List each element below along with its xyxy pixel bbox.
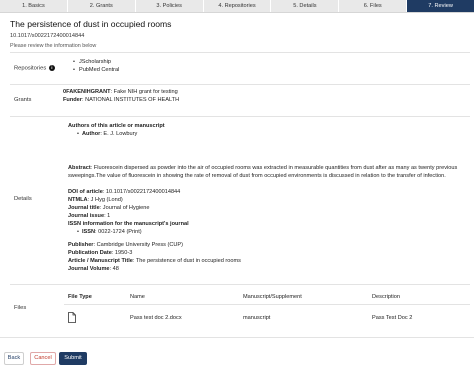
grant-id: 0FAKENIHGRANT (63, 89, 111, 95)
step-review[interactable]: 7. Review (407, 0, 474, 12)
submit-button[interactable]: Submit (59, 352, 87, 365)
file-name: Pass test doc 2.docx (130, 315, 182, 321)
files-header-type: File Type (68, 294, 92, 300)
grant-description: : Fake NIH grant for testing (110, 89, 178, 95)
doi-line: DOI of article: 10.1017/s002217240001484… (68, 189, 181, 195)
step-files[interactable]: 6. Files (339, 0, 408, 12)
step-repositories[interactable]: 4. Repositories (204, 0, 272, 12)
grants-label: Grants (14, 97, 32, 103)
file-manuscript-type: manuscript (243, 315, 271, 321)
funder-label: Funder (63, 97, 82, 103)
publication-date-line: Publication Date: 1950-3 (68, 250, 133, 256)
step-details[interactable]: 5. Details (271, 0, 340, 12)
back-button[interactable]: Back (4, 352, 24, 365)
divider (10, 52, 470, 53)
divider (10, 116, 470, 117)
details-label: Details (14, 196, 32, 202)
page-title: The persistence of dust in occupied room… (10, 19, 172, 29)
repository-list: JScholarship PubMed Central (73, 58, 119, 74)
step-policies[interactable]: 3. Policies (136, 0, 204, 12)
abstract-label: Abstract (68, 165, 91, 171)
document-icon[interactable] (68, 312, 76, 323)
files-header-description: Description (372, 294, 400, 300)
abstract-text: Abstract: Fluorescein dispersed as powde… (68, 164, 466, 180)
files-header-manuscript: Manuscript/Supplement (243, 294, 302, 300)
cancel-button[interactable]: Cancel (30, 352, 56, 365)
grant-line: 0FAKENIHGRANT: Fake NIH grant for testin… (63, 88, 178, 96)
review-hint: Please review the information below (10, 43, 97, 49)
divider (10, 284, 470, 285)
authors-heading: Authors of this article or manuscript (68, 123, 165, 129)
author-line: • Author: E. J. Lowbury (77, 131, 138, 137)
page-doi: 10.1017/s0022172400014844 (10, 33, 85, 39)
files-header-name: Name (130, 294, 145, 300)
journal-volume-line: Journal Volume: 48 (68, 266, 119, 272)
journal-issue-line: Journal issue: 1 (68, 213, 111, 219)
files-label: Files (14, 305, 27, 311)
divider (10, 84, 470, 85)
step-basics[interactable]: 1. Basics (0, 0, 68, 12)
author-label: Author (81, 131, 101, 137)
repository-item: JScholarship (73, 58, 119, 66)
funder-value: : NATIONAL INSTITUTES OF HEALTH (81, 97, 180, 103)
divider (64, 304, 470, 305)
funder-line: Funder: NATIONAL INSTITUTES OF HEALTH (63, 96, 179, 104)
step-grants[interactable]: 2. Grants (68, 0, 136, 12)
issn-heading: ISSN information for the manuscript's jo… (68, 221, 189, 227)
issn-line: • ISSN: 0022-1724 (Print) (77, 229, 142, 235)
journal-title-line: Journal title: Journal of Hygiene (68, 205, 150, 211)
wizard-steps: 1. Basics 2. Grants 3. Policies 4. Repos… (0, 0, 474, 13)
author-value: : E. J. Lowbury (100, 131, 138, 137)
divider (0, 337, 474, 338)
abstract-value: : Fluorescein dispersed as powder into t… (68, 165, 458, 180)
repositories-label: Repositories i (14, 65, 55, 72)
file-description: Pass Test Doc 2 (372, 315, 413, 321)
repository-item: PubMed Central (73, 66, 119, 74)
nlmta-line: NTMLA: J Hyg (Lond) (68, 197, 123, 203)
publisher-line: Publisher: Cambridge University Press (C… (68, 242, 184, 248)
article-title-line: Article / Manuscript Title: The persiste… (68, 258, 241, 264)
info-icon[interactable]: i (48, 65, 55, 71)
